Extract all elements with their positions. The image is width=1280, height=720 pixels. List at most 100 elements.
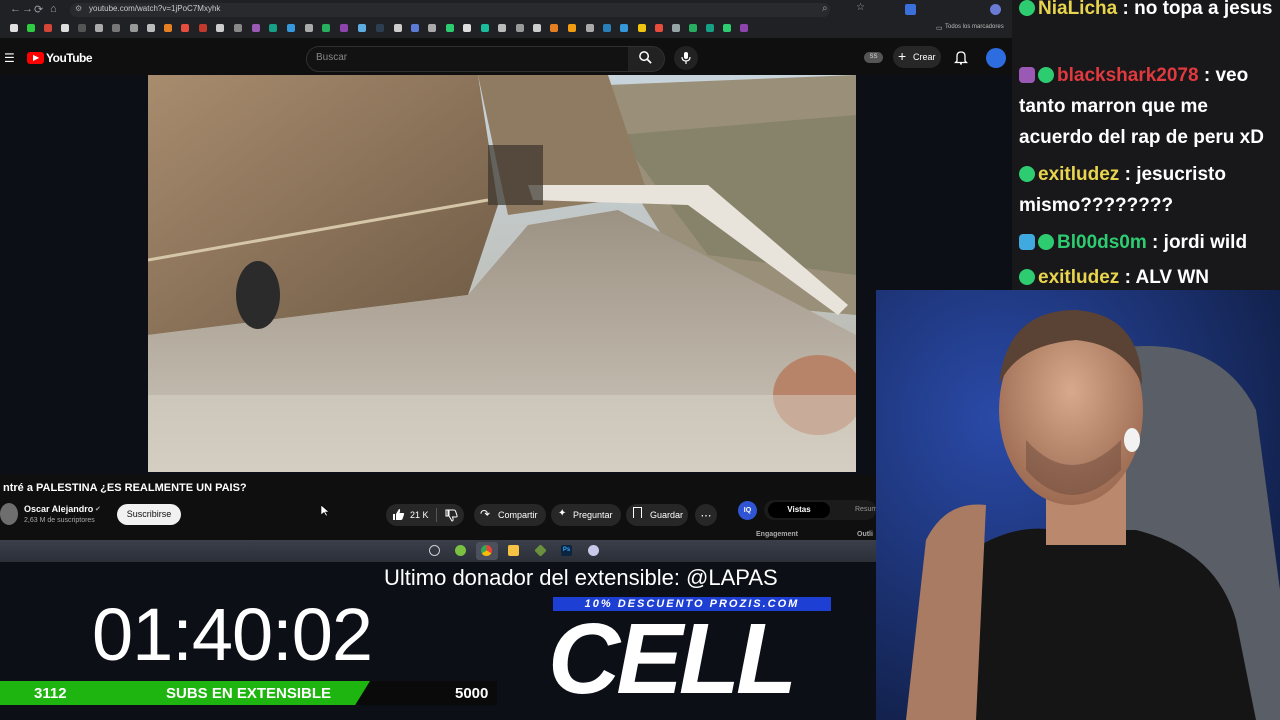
channel-avatar[interactable] bbox=[0, 503, 18, 525]
bookmark-icon[interactable] bbox=[603, 24, 611, 32]
bookmark-icon[interactable] bbox=[112, 24, 120, 32]
bookmark-tiktok-icon[interactable] bbox=[78, 24, 86, 32]
chat-username: blackshark2078 bbox=[1057, 65, 1199, 86]
bookmark-icon[interactable] bbox=[740, 24, 748, 32]
bookmark-icon[interactable] bbox=[533, 24, 541, 32]
bookmark-icon[interactable] bbox=[130, 24, 138, 32]
chat-badge-icon bbox=[1038, 67, 1054, 83]
bookmark-icon[interactable] bbox=[638, 24, 646, 32]
vidiq-icon[interactable]: IQ bbox=[738, 501, 757, 520]
video-title: ntré a PALESTINA ¿ES REALMENTE UN PAIS? bbox=[3, 482, 247, 494]
subs-goal-target: 5000 bbox=[455, 685, 489, 702]
bookmark-icon[interactable] bbox=[568, 24, 576, 32]
account-avatar[interactable] bbox=[986, 48, 1006, 68]
bookmark-icon[interactable] bbox=[269, 24, 277, 32]
more-actions-button[interactable]: ⋯ bbox=[695, 504, 717, 526]
mic-icon bbox=[681, 52, 691, 64]
webcam-image bbox=[876, 290, 1280, 720]
youtube-logo-text[interactable]: YouTube bbox=[46, 51, 93, 65]
bookmark-icon[interactable] bbox=[463, 24, 471, 32]
chat-username: NiaLicha bbox=[1038, 0, 1118, 19]
forward-icon[interactable]: → bbox=[22, 3, 33, 15]
last-donor-ticker: Ultimo donador del extensible: @LAPAS bbox=[384, 565, 778, 590]
chat-badge-icon bbox=[1038, 234, 1054, 250]
bookmark-icon[interactable] bbox=[181, 24, 189, 32]
bookmark-icon[interactable] bbox=[655, 24, 663, 32]
bookmark-icon[interactable] bbox=[394, 24, 402, 32]
channel-name[interactable]: Oscar Alejandro bbox=[24, 504, 93, 514]
bookmark-icon[interactable] bbox=[305, 24, 313, 32]
mouse-cursor-icon bbox=[321, 505, 329, 517]
chat-message: exitludez : ALV WN bbox=[1019, 262, 1275, 293]
stream-timer: 01:40:02 bbox=[92, 593, 373, 676]
zoom-icon[interactable]: ⌕ bbox=[822, 3, 828, 14]
bookmark-icon[interactable] bbox=[516, 24, 524, 32]
bookmark-save-icon bbox=[633, 507, 642, 518]
bookmark-icon[interactable] bbox=[411, 24, 419, 32]
like-icon[interactable] bbox=[392, 508, 405, 521]
all-bookmarks-link[interactable]: Todos los marcadores bbox=[945, 24, 1004, 30]
tab-summary[interactable]: Resum bbox=[855, 506, 877, 513]
bookmark-icon[interactable] bbox=[550, 24, 558, 32]
bookmark-icon[interactable] bbox=[340, 24, 348, 32]
bookmark-apps-icon[interactable] bbox=[10, 24, 18, 32]
bookmark-kick-icon[interactable] bbox=[27, 24, 35, 32]
chat-username: Bl00ds0m bbox=[1057, 232, 1147, 253]
bookmark-icon[interactable] bbox=[322, 24, 330, 32]
chat-message: exitludez : jesucristo mismo???????? bbox=[1019, 164, 1226, 216]
bookmark-icon[interactable] bbox=[706, 24, 714, 32]
bookmark-icon[interactable] bbox=[498, 24, 506, 32]
reload-icon[interactable]: ⟳ bbox=[34, 3, 43, 16]
bookmark-icon[interactable] bbox=[199, 24, 207, 32]
share-button-label: Compartir bbox=[498, 510, 538, 520]
bookmark-icon[interactable] bbox=[234, 24, 242, 32]
subscribe-button[interactable]: Suscribirse bbox=[117, 504, 181, 525]
dislike-icon[interactable] bbox=[445, 509, 458, 522]
bookmark-icon[interactable] bbox=[428, 24, 436, 32]
bookmark-icon[interactable] bbox=[376, 24, 384, 32]
home-icon[interactable]: ⌂ bbox=[50, 3, 57, 15]
bookmark-gmail-icon[interactable] bbox=[44, 24, 52, 32]
extension-badge[interactable]: SS bbox=[864, 52, 883, 63]
bookmark-icon[interactable] bbox=[287, 24, 295, 32]
taskbar-chrome-icon[interactable] bbox=[481, 545, 492, 556]
bookmark-icon[interactable] bbox=[620, 24, 628, 32]
address-bar-text: youtube.com/watch?v=1jPoC7Mxyhk bbox=[89, 4, 221, 13]
taskbar-app-icon[interactable] bbox=[588, 545, 599, 556]
sparkle-icon: ✦ bbox=[558, 508, 567, 519]
bookmark-icon[interactable] bbox=[672, 24, 680, 32]
bookmark-icon[interactable] bbox=[358, 24, 366, 32]
bookmark-icon[interactable] bbox=[164, 24, 172, 32]
outlier-label: Outli bbox=[857, 531, 873, 538]
back-icon[interactable]: ← bbox=[10, 3, 21, 15]
subs-goal-label: SUBS EN EXTENSIBLE bbox=[166, 685, 332, 702]
tab-views[interactable]: Vistas bbox=[768, 502, 830, 518]
subs-current: 3112 bbox=[34, 685, 67, 702]
subscriber-count: 2,63 M de suscriptores bbox=[24, 517, 95, 524]
bookmark-x-icon[interactable] bbox=[61, 24, 69, 32]
bookmark-icon[interactable] bbox=[481, 24, 489, 32]
webcam-feed bbox=[876, 290, 1280, 720]
taskbar-photoshop-icon[interactable]: Ps bbox=[561, 545, 572, 556]
site-info-icon[interactable]: ⚙ bbox=[75, 4, 82, 13]
bookmark-icon[interactable] bbox=[252, 24, 260, 32]
bookmark-icon[interactable] bbox=[586, 24, 594, 32]
taskbar-folder-icon[interactable] bbox=[508, 545, 519, 556]
profile-icon[interactable] bbox=[990, 4, 1001, 15]
chat-text: no topa a jesus bbox=[1134, 0, 1273, 19]
bell-icon[interactable] bbox=[954, 50, 968, 65]
star-icon[interactable]: ☆ bbox=[856, 2, 865, 13]
bookmark-icon[interactable] bbox=[147, 24, 155, 32]
bookmark-icon[interactable] bbox=[689, 24, 697, 32]
bookmark-icon[interactable] bbox=[216, 24, 224, 32]
video-player[interactable] bbox=[148, 75, 856, 472]
taskbar-app-icon[interactable] bbox=[455, 545, 466, 556]
bookmark-icon[interactable] bbox=[95, 24, 103, 32]
search-input[interactable] bbox=[306, 46, 630, 72]
extension-icon[interactable] bbox=[905, 4, 916, 15]
taskbar-clock-icon[interactable] bbox=[429, 545, 440, 556]
menu-icon[interactable]: ☰ bbox=[4, 51, 15, 65]
bookmark-icon[interactable] bbox=[446, 24, 454, 32]
bookmark-icon[interactable] bbox=[723, 24, 731, 32]
like-count[interactable]: 21 K bbox=[410, 510, 429, 520]
